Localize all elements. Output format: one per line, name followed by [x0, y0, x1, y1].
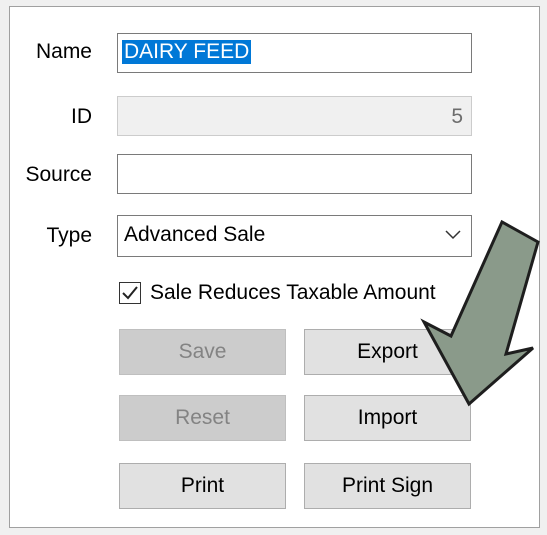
import-button[interactable]: Import — [304, 395, 471, 441]
name-selected-text: DAIRY FEED — [122, 40, 252, 64]
export-button[interactable]: Export — [304, 329, 471, 375]
source-field[interactable] — [117, 154, 472, 194]
type-value: Advanced Sale — [124, 223, 266, 246]
checkbox-label[interactable]: Sale Reduces Taxable Amount — [150, 281, 436, 305]
source-label: Source — [25, 163, 92, 186]
sale-reduces-taxable-checkbox[interactable] — [119, 282, 141, 304]
id-field: 5 — [117, 96, 472, 136]
save-button[interactable]: Save — [119, 329, 286, 375]
print-button[interactable]: Print — [119, 463, 286, 509]
form-panel — [9, 6, 540, 528]
type-combobox[interactable]: Advanced Sale — [117, 215, 472, 257]
id-value: 5 — [451, 105, 463, 128]
chevron-down-icon — [445, 230, 461, 240]
reset-button[interactable]: Reset — [119, 395, 286, 441]
print-sign-button[interactable]: Print Sign — [304, 463, 471, 509]
checkmark-icon — [122, 286, 138, 300]
type-label: Type — [46, 224, 92, 247]
name-label: Name — [35, 40, 92, 63]
name-field[interactable]: DAIRY FEED — [117, 33, 472, 73]
id-label: ID — [71, 105, 92, 128]
